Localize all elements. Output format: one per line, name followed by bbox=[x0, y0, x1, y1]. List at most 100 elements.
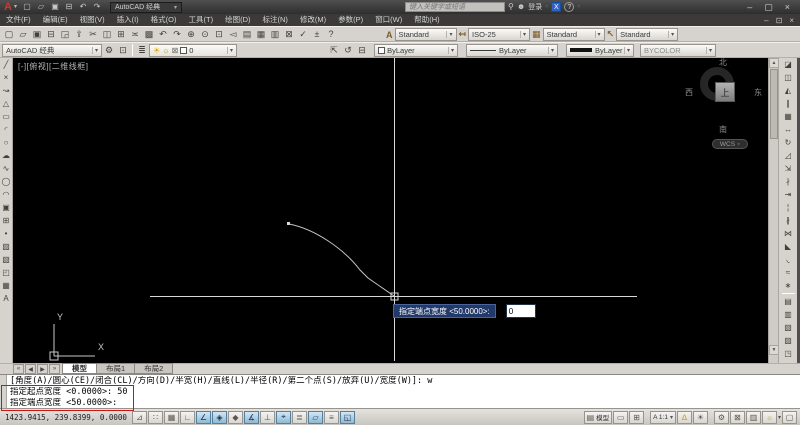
create-block-tool[interactable]: ⊞ bbox=[0, 214, 13, 227]
osnap-toggle[interactable]: ◈ bbox=[212, 410, 227, 424]
dyn-width-input[interactable] bbox=[505, 304, 536, 318]
annotation-scale-button[interactable]: A 1:1 ▾ bbox=[650, 410, 676, 424]
erase-tool[interactable]: ◪ bbox=[782, 58, 795, 71]
qat-open-button[interactable]: ▱ bbox=[34, 1, 48, 13]
performance-button[interactable]: ▥ bbox=[745, 410, 761, 424]
designcenter-button[interactable]: ▦ bbox=[254, 27, 268, 41]
bring-above-objects-tool[interactable]: ▧ bbox=[782, 321, 795, 334]
user-icon[interactable]: ☻ bbox=[517, 2, 525, 12]
qat-new-button[interactable]: ▢ bbox=[20, 1, 34, 13]
new-button[interactable]: ▢ bbox=[2, 27, 16, 41]
ducs-toggle[interactable]: ⊥ bbox=[260, 410, 275, 424]
cut-button[interactable]: ✂ bbox=[86, 27, 100, 41]
help-icon[interactable]: ? bbox=[564, 2, 575, 12]
layout1-tab[interactable]: 布局1 bbox=[96, 363, 136, 374]
menu-parametric[interactable]: 参数(P) bbox=[332, 14, 369, 26]
point-tool[interactable]: • bbox=[0, 227, 13, 240]
properties-button[interactable]: ▤ bbox=[240, 27, 254, 41]
rectangle-tool[interactable]: ▭ bbox=[0, 110, 13, 123]
menu-modify[interactable]: 修改(M) bbox=[294, 14, 332, 26]
plot-preview-button[interactable]: ◲ bbox=[58, 27, 72, 41]
viewcube-south-label[interactable]: 南 bbox=[719, 124, 727, 135]
circle-tool[interactable]: ○ bbox=[0, 136, 13, 149]
doc-minimize-button[interactable]: – bbox=[764, 16, 768, 25]
construction-line-tool[interactable]: × bbox=[0, 71, 13, 84]
copy-tool[interactable]: ◫ bbox=[782, 71, 795, 84]
clean-screen-button[interactable]: ▢ bbox=[782, 410, 797, 424]
offset-tool[interactable]: ∥ bbox=[782, 97, 795, 110]
maximize-button[interactable]: ▢ bbox=[764, 2, 773, 13]
qat-redo-button[interactable]: ↷ bbox=[90, 1, 104, 13]
signin-label[interactable]: 登录 bbox=[528, 2, 542, 12]
ellipse-tool[interactable]: ◯ bbox=[0, 175, 13, 188]
bring-to-front-tool[interactable]: ▤ bbox=[782, 295, 795, 308]
spline-tool[interactable]: ∿ bbox=[0, 162, 13, 175]
menu-draw[interactable]: 绘图(D) bbox=[219, 14, 256, 26]
ellipse-arc-tool[interactable]: ◠ bbox=[0, 188, 13, 201]
menu-edit[interactable]: 编辑(E) bbox=[37, 14, 74, 26]
sheetset-manager-button[interactable]: ⊠ bbox=[282, 27, 296, 41]
chamfer-tool[interactable]: ◣ bbox=[782, 240, 795, 253]
doc-restore-button[interactable]: ⊡ bbox=[776, 16, 783, 25]
menu-tools[interactable]: 工具(T) bbox=[183, 14, 220, 26]
grid-toggle[interactable]: ▦ bbox=[164, 410, 179, 424]
markup-set-manager-button[interactable]: ✓ bbox=[296, 27, 310, 41]
transparency-toggle[interactable]: ▱ bbox=[308, 410, 323, 424]
polygon-tool[interactable]: △ bbox=[0, 97, 13, 110]
prev-tab-button[interactable]: ◀ bbox=[25, 364, 36, 374]
quick-properties-toggle[interactable]: ≡ bbox=[324, 410, 339, 424]
layer-previous-button[interactable]: ↺ bbox=[341, 43, 355, 57]
selection-cycling-toggle[interactable]: ◱ bbox=[340, 410, 355, 424]
autocad-logo-icon[interactable]: A ▾ bbox=[0, 1, 20, 13]
model-tab[interactable]: 模型 bbox=[62, 363, 97, 374]
ortho-toggle[interactable]: ∟ bbox=[180, 410, 195, 424]
mleader-style-dropdown[interactable]: Standard bbox=[616, 28, 679, 41]
menu-format[interactable]: 格式(O) bbox=[145, 14, 183, 26]
workspace-dropdown[interactable]: AutoCAD 经典 bbox=[2, 43, 102, 57]
mirror-tool[interactable]: ◭ bbox=[782, 84, 795, 97]
help-button[interactable]: ? bbox=[324, 27, 338, 41]
zoom-previous-button[interactable]: ◅ bbox=[226, 27, 240, 41]
otrack-toggle[interactable]: ∡ bbox=[244, 410, 259, 424]
workspace-title-dropdown[interactable]: AutoCAD 经典 bbox=[109, 1, 182, 13]
extend-tool[interactable]: ⇥ bbox=[782, 188, 795, 201]
menu-help[interactable]: 帮助(H) bbox=[408, 14, 445, 26]
break-tool[interactable]: ∦ bbox=[782, 214, 795, 227]
viewcube-top-face[interactable]: 上 bbox=[715, 82, 735, 102]
osnap-3d-toggle[interactable]: ◆ bbox=[228, 410, 243, 424]
lwt-toggle[interactable]: ≣ bbox=[292, 410, 307, 424]
table-style-dropdown[interactable]: Standard bbox=[542, 28, 605, 41]
search-icon[interactable]: ⚲ bbox=[508, 2, 514, 12]
autoscale-button[interactable]: ☀ bbox=[692, 410, 708, 424]
publish-button[interactable]: ⇪ bbox=[72, 27, 86, 41]
layer-make-current-button[interactable]: ⇱ bbox=[327, 43, 341, 57]
explode-tool[interactable]: ∗ bbox=[782, 279, 795, 292]
exchange-apps-icon[interactable]: X bbox=[551, 2, 562, 12]
redo-button[interactable]: ↷ bbox=[170, 27, 184, 41]
drawing-canvas[interactable]: [-][俯视][二维线框] Y X 北 南 西 东 上 WCS ▾ 指定端点宽度… bbox=[13, 58, 768, 363]
viewcube-east-label[interactable]: 东 bbox=[754, 87, 762, 98]
toolbar-lock-button[interactable]: ⊠ bbox=[729, 410, 745, 424]
linetype-dropdown[interactable]: ByLayer bbox=[466, 43, 558, 57]
line-tool[interactable]: ╱ bbox=[0, 58, 13, 71]
signin-caret-icon[interactable]: ▾ bbox=[545, 2, 548, 12]
send-to-back-tool[interactable]: ▥ bbox=[782, 308, 795, 321]
annotation-visibility-button[interactable]: ∆ bbox=[676, 410, 692, 424]
paste-button[interactable]: ⊞ bbox=[114, 27, 128, 41]
gradient-tool[interactable]: ▧ bbox=[0, 253, 13, 266]
table-tool[interactable]: ▦ bbox=[0, 279, 13, 292]
open-button[interactable]: ▱ bbox=[16, 27, 30, 41]
plot-button[interactable]: ⊟ bbox=[44, 27, 58, 41]
doc-close-button[interactable]: × bbox=[789, 16, 794, 25]
break-at-point-tool[interactable]: ¦ bbox=[782, 201, 795, 214]
menu-window[interactable]: 窗口(W) bbox=[369, 14, 408, 26]
menu-file[interactable]: 文件(F) bbox=[0, 14, 37, 26]
lineweight-dropdown[interactable]: ByLayer bbox=[566, 43, 634, 57]
undo-button[interactable]: ↶ bbox=[156, 27, 170, 41]
menu-insert[interactable]: 插入(I) bbox=[111, 14, 145, 26]
infer-constraints-toggle[interactable]: ⊿ bbox=[132, 410, 147, 424]
polar-toggle[interactable]: ∠ bbox=[196, 410, 211, 424]
plotstyle-dropdown[interactable]: BYCOLOR bbox=[640, 43, 716, 57]
quickcalc-button[interactable]: ± bbox=[310, 27, 324, 41]
vertical-scrollbar[interactable]: ▲ ▼ bbox=[768, 58, 779, 363]
